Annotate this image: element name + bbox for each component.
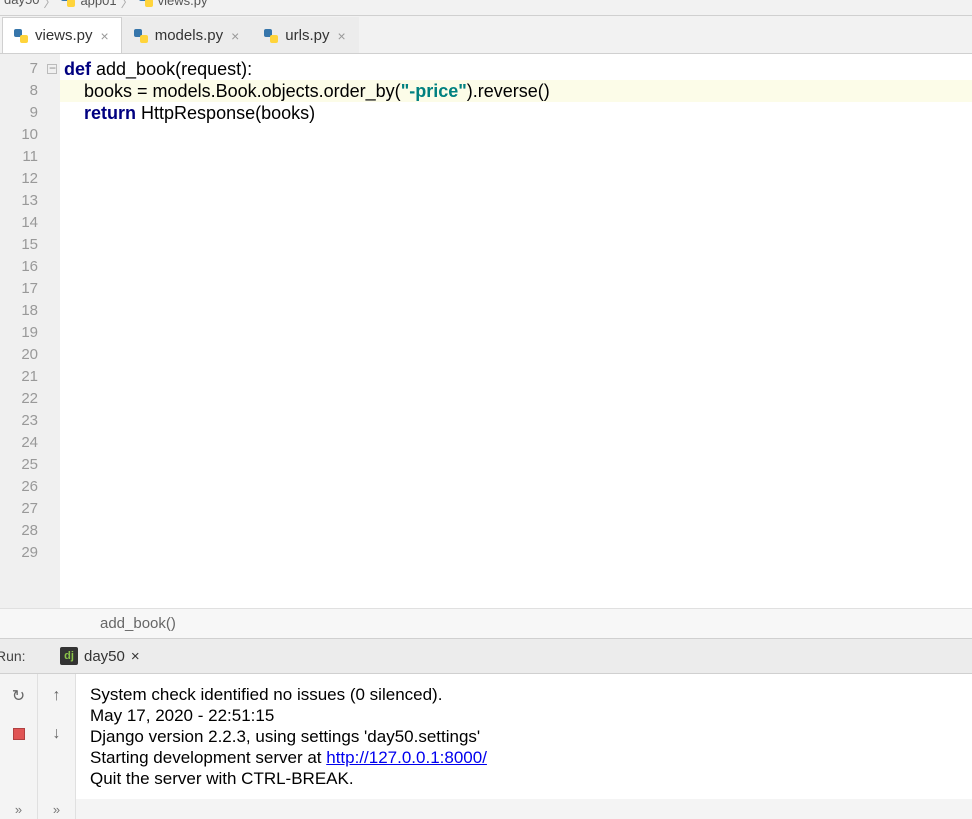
stop-icon[interactable] [9, 724, 29, 744]
tab-label: views.py [35, 27, 93, 44]
more-icon[interactable]: » [0, 799, 38, 819]
run-console: ↻ ↑ ↓ System check identified no issues … [0, 674, 972, 799]
server-url-link[interactable]: http://127.0.0.1:8000/ [326, 748, 487, 767]
run-toolbar: Run: dj day50 × [0, 638, 972, 674]
python-file-icon [263, 28, 279, 44]
breadcrumb: day50 〉 app01 〉 views.py [0, 0, 972, 16]
console-toolbar-left: ↻ [0, 674, 38, 799]
python-file-icon [138, 0, 154, 8]
close-icon[interactable]: × [229, 28, 241, 44]
code-area[interactable]: def add_book(request): books = models.Bo… [60, 54, 972, 608]
close-icon[interactable]: × [99, 28, 111, 44]
fold-gutter [46, 54, 60, 608]
breadcrumb-item[interactable]: day50 [4, 0, 39, 7]
editor-breadcrumb: add_book() [0, 608, 972, 638]
run-config-tab[interactable]: dj day50 × [46, 639, 154, 673]
fold-toggle-icon[interactable] [47, 64, 57, 74]
tab-urls[interactable]: urls.py × [252, 17, 358, 53]
more-icon[interactable]: » [38, 799, 76, 819]
bottom-toolbar: » » [0, 799, 972, 819]
editor-tabs: views.py × models.py × urls.py × [0, 16, 972, 54]
arrow-down-icon[interactable]: ↓ [47, 724, 67, 744]
rerun-icon[interactable]: ↻ [9, 686, 29, 706]
close-icon[interactable]: × [335, 28, 347, 44]
breadcrumb-item[interactable]: views.py [138, 0, 208, 8]
current-function[interactable]: add_book() [100, 615, 176, 632]
run-panel-label: Run: [0, 648, 42, 664]
arrow-up-icon[interactable]: ↑ [47, 686, 67, 706]
tab-label: models.py [155, 27, 223, 44]
python-file-icon [13, 28, 29, 44]
close-icon[interactable]: × [131, 648, 140, 665]
chevron-right-icon: 〉 [43, 0, 56, 11]
console-toolbar-right: ↑ ↓ [38, 674, 76, 799]
line-numbers: 7891011121314151617181920212223242526272… [0, 54, 46, 608]
console-output[interactable]: System check identified no issues (0 sil… [76, 674, 972, 799]
django-icon: dj [60, 647, 78, 665]
chevron-right-icon: 〉 [121, 0, 134, 11]
folder-icon [60, 0, 76, 8]
breadcrumb-item[interactable]: app01 [60, 0, 116, 8]
tab-models[interactable]: models.py × [122, 17, 253, 53]
run-config-name: day50 [84, 648, 125, 665]
tab-views[interactable]: views.py × [2, 17, 122, 53]
python-file-icon [133, 28, 149, 44]
code-editor[interactable]: 7891011121314151617181920212223242526272… [0, 54, 972, 608]
tab-label: urls.py [285, 27, 329, 44]
